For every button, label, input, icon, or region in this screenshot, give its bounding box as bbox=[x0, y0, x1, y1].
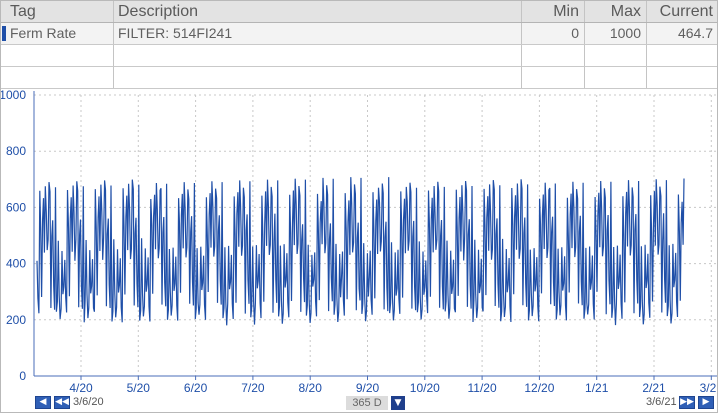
trend-viewer: Tag Description Min Max Current Ferm Rat… bbox=[0, 0, 718, 413]
arrow-left-icon[interactable]: ◀ bbox=[35, 396, 51, 409]
x-tick-label: 1/21 bbox=[585, 381, 609, 394]
cell-empty bbox=[522, 45, 585, 66]
x-tick-label: 8/20 bbox=[299, 381, 323, 394]
double-arrow-left-icon[interactable]: ◀◀ bbox=[54, 396, 70, 409]
header-current[interactable]: Current bbox=[647, 1, 717, 22]
end-date[interactable]: 3/6/21 bbox=[646, 396, 677, 408]
y-tick-label: 400 bbox=[6, 257, 26, 271]
cell-empty bbox=[114, 45, 522, 66]
cell-empty bbox=[1, 45, 114, 66]
table-row-empty[interactable] bbox=[1, 67, 717, 89]
time-range-field[interactable]: 365 D bbox=[346, 396, 388, 410]
cell-empty bbox=[522, 67, 585, 88]
y-tick-label: 0 bbox=[19, 369, 26, 383]
chevron-down-icon[interactable]: ▼ bbox=[391, 396, 405, 410]
cell-empty bbox=[585, 45, 647, 66]
cell-description: FILTER: 514FI241 bbox=[114, 23, 522, 44]
header-min[interactable]: Min bbox=[522, 1, 585, 22]
x-tick-label: 3/21 bbox=[700, 381, 717, 394]
table-row-empty[interactable] bbox=[1, 45, 717, 67]
cell-empty bbox=[647, 67, 717, 88]
start-date[interactable]: 3/6/20 bbox=[73, 396, 104, 408]
time-navigation-bar: ◀ ◀◀ 3/6/20 365 D ▼ 3/6/21 ▶▶ ▶ bbox=[1, 394, 717, 412]
series-line bbox=[36, 177, 685, 326]
x-tick-label: 5/20 bbox=[127, 381, 151, 394]
x-tick-label: 12/20 bbox=[524, 381, 554, 394]
x-tick-label: 10/20 bbox=[410, 381, 440, 394]
x-tick-label: 11/20 bbox=[468, 381, 497, 394]
trend-chart[interactable]: 0 200 400 600 800 1000 4/20 5/20 6/20 7/20 8/20 9/2… bbox=[1, 89, 717, 394]
header-max[interactable]: Max bbox=[585, 1, 647, 22]
cell-empty bbox=[647, 45, 717, 66]
y-tick-label: 200 bbox=[6, 313, 26, 327]
cell-max: 1000 bbox=[585, 23, 647, 44]
table-header: Tag Description Min Max Current bbox=[1, 1, 717, 23]
arrow-right-icon[interactable]: ▶ bbox=[698, 396, 714, 409]
table-row[interactable]: Ferm Rate FILTER: 514FI241 0 1000 464.7 bbox=[1, 23, 717, 45]
tag-table: Tag Description Min Max Current Ferm Rat… bbox=[1, 1, 717, 89]
cell-current: 464.7 bbox=[677, 25, 713, 41]
y-tick-label: 1000 bbox=[1, 89, 26, 102]
x-tick-label: 9/20 bbox=[356, 381, 380, 394]
cell-empty bbox=[114, 67, 522, 88]
cell-tag: Ferm Rate bbox=[1, 23, 114, 44]
header-tag[interactable]: Tag bbox=[1, 1, 114, 22]
x-tick-label: 7/20 bbox=[241, 381, 265, 394]
trend-chart-svg: 0 200 400 600 800 1000 4/20 5/20 6/20 7/20 8/20 9/2… bbox=[1, 89, 717, 394]
double-arrow-right-icon[interactable]: ▶▶ bbox=[679, 396, 695, 409]
x-tick-label: 6/20 bbox=[184, 381, 208, 394]
header-description[interactable]: Description bbox=[114, 1, 522, 22]
cell-empty bbox=[1, 67, 114, 88]
y-tick-label: 600 bbox=[6, 200, 26, 214]
y-tick-label: 800 bbox=[6, 144, 26, 158]
x-tick-label: 2/21 bbox=[642, 381, 666, 394]
x-tick-label: 4/20 bbox=[69, 381, 93, 394]
cell-empty bbox=[585, 67, 647, 88]
cell-min: 0 bbox=[522, 23, 585, 44]
